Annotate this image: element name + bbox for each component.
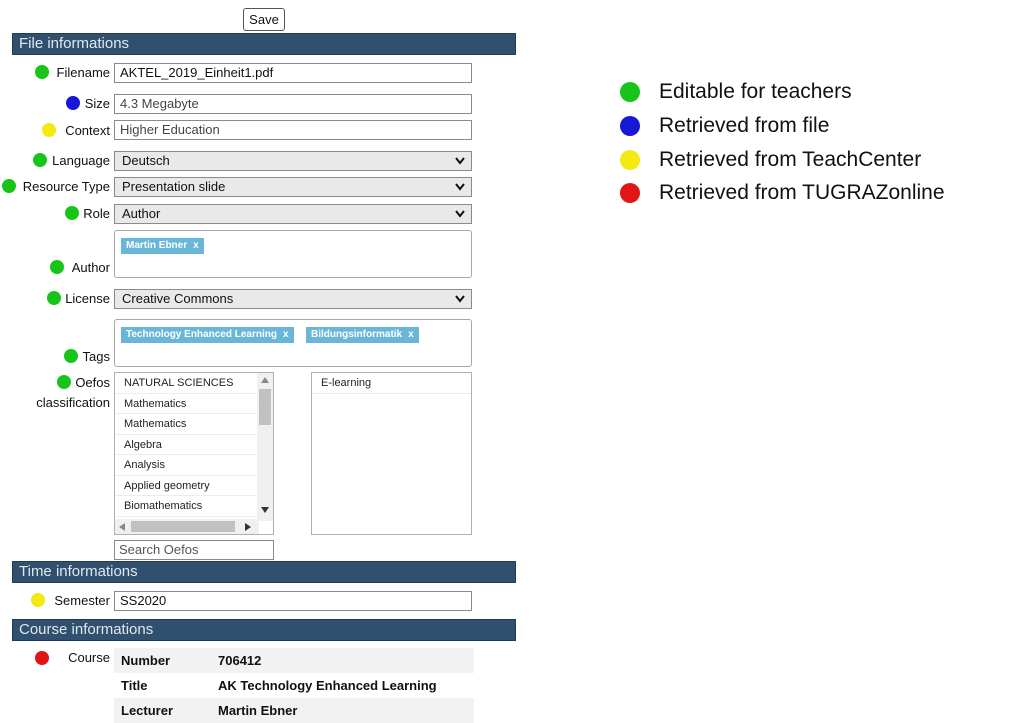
context-marker-icon: [42, 123, 56, 142]
tag-chip-label: Bildungsinformatik: [311, 329, 403, 340]
tags-tag-input[interactable]: Technology Enhanced Learning x Bildungsin…: [114, 319, 472, 367]
triangle-down-icon[interactable]: [261, 507, 269, 513]
legend-text: Retrieved from TeachCenter: [659, 148, 922, 171]
role-value: Author: [122, 206, 161, 221]
table-row: Number 706412: [114, 648, 474, 673]
remove-chip-icon[interactable]: x: [283, 329, 289, 340]
author-marker-icon: [50, 260, 64, 279]
language-marker-icon: [33, 153, 47, 172]
blue-dot-icon: [620, 116, 640, 136]
oefos-selected-list[interactable]: E-learning: [311, 372, 472, 535]
legend-text: Retrieved from file: [659, 114, 830, 137]
semester-marker-icon: [31, 593, 45, 612]
semester-label: Semester: [54, 593, 110, 608]
section-header-time: Time informations: [12, 561, 516, 583]
language-value: Deutsch: [122, 153, 170, 168]
course-key: Title: [121, 678, 148, 693]
horizontal-scrollbar[interactable]: [115, 519, 259, 534]
list-item[interactable]: Analysis: [115, 455, 273, 476]
filename-marker-icon: [35, 65, 49, 84]
remove-chip-icon[interactable]: x: [193, 240, 199, 251]
semester-field[interactable]: SS2020: [114, 591, 472, 611]
section-header-course: Course informations: [12, 619, 516, 641]
author-chip-label: Martin Ebner: [126, 240, 188, 251]
course-key: Lecturer: [121, 703, 174, 718]
author-tag-input[interactable]: Martin Ebner x: [114, 230, 472, 278]
course-value: AK Technology Enhanced Learning: [218, 678, 437, 693]
scroll-thumb[interactable]: [131, 521, 235, 532]
tags-marker-icon: [64, 349, 78, 368]
resource-type-select[interactable]: Presentation slide: [114, 177, 472, 197]
course-value: Martin Ebner: [218, 703, 298, 718]
course-label: Course: [68, 650, 110, 665]
chevron-down-icon: [455, 295, 465, 303]
list-item[interactable]: Mathematics: [115, 414, 273, 435]
resource-type-marker-icon: [2, 179, 16, 198]
course-table: Number 706412 Title AK Technology Enhanc…: [114, 648, 474, 723]
tag-chip-label: Technology Enhanced Learning: [126, 329, 277, 340]
filename-input[interactable]: AKTEL_2019_Einheit1.pdf: [114, 63, 472, 83]
language-label: Language: [52, 153, 110, 168]
save-button[interactable]: Save: [243, 8, 285, 31]
green-dot-icon: [620, 82, 640, 102]
list-item[interactable]: Algebra: [115, 435, 273, 455]
role-marker-icon: [65, 206, 79, 225]
triangle-up-icon[interactable]: [261, 377, 269, 383]
oefos-marker-icon: [57, 375, 71, 394]
oefos-label-line2: classification: [36, 395, 110, 410]
yellow-dot-icon: [620, 150, 640, 170]
filename-label: Filename: [56, 65, 110, 80]
size-marker-icon: [66, 96, 80, 115]
triangle-right-icon[interactable]: [245, 523, 251, 531]
author-label: Author: [71, 260, 110, 275]
tag-chip: Technology Enhanced Learning x: [121, 327, 294, 343]
vertical-scrollbar[interactable]: [257, 373, 273, 521]
course-value: 706412: [218, 653, 262, 668]
size-label: Size: [84, 96, 110, 111]
resource-type-value: Presentation slide: [122, 179, 226, 194]
role-label: Role: [83, 206, 110, 221]
list-item[interactable]: E-learning: [312, 373, 471, 394]
license-label: License: [65, 291, 110, 306]
resource-type-label: Resource Type: [22, 179, 110, 194]
course-key: Number: [121, 653, 171, 668]
chevron-down-icon: [455, 183, 465, 191]
legend-text: Retrieved from TUGRAZonline: [659, 181, 945, 204]
oefos-options-list[interactable]: NATURAL SCIENCES Mathematics Mathematics…: [114, 372, 274, 535]
role-select[interactable]: Author: [114, 204, 472, 224]
license-select[interactable]: Creative Commons: [114, 289, 472, 309]
remove-chip-icon[interactable]: x: [408, 329, 414, 340]
list-item[interactable]: Mathematics: [115, 394, 273, 414]
author-chip: Martin Ebner x: [121, 238, 204, 254]
red-dot-icon: [620, 183, 640, 203]
context-field: Higher Education: [114, 120, 472, 140]
oefos-label: Oefos: [75, 375, 110, 390]
oefos-search-input[interactable]: Search Oefos: [114, 540, 274, 560]
tags-label: Tags: [82, 349, 110, 364]
table-row: Lecturer Martin Ebner: [114, 698, 474, 723]
license-marker-icon: [47, 291, 61, 310]
legend-text: Editable for teachers: [659, 80, 852, 103]
language-select[interactable]: Deutsch: [114, 151, 472, 171]
course-marker-icon: [35, 651, 49, 670]
context-label: Context: [65, 123, 110, 138]
license-value: Creative Commons: [122, 291, 234, 306]
list-item[interactable]: Biomathematics: [115, 496, 273, 517]
tag-chip: Bildungsinformatik x: [306, 327, 419, 343]
table-row: Title AK Technology Enhanced Learning: [114, 673, 474, 698]
list-item[interactable]: Applied geometry: [115, 476, 273, 496]
chevron-down-icon: [455, 157, 465, 165]
triangle-left-icon[interactable]: [119, 523, 125, 531]
list-item[interactable]: NATURAL SCIENCES: [115, 373, 273, 394]
section-header-file: File informations: [12, 33, 516, 55]
chevron-down-icon: [455, 210, 465, 218]
scroll-thumb[interactable]: [259, 389, 271, 425]
size-field: 4.3 Megabyte: [114, 94, 472, 114]
